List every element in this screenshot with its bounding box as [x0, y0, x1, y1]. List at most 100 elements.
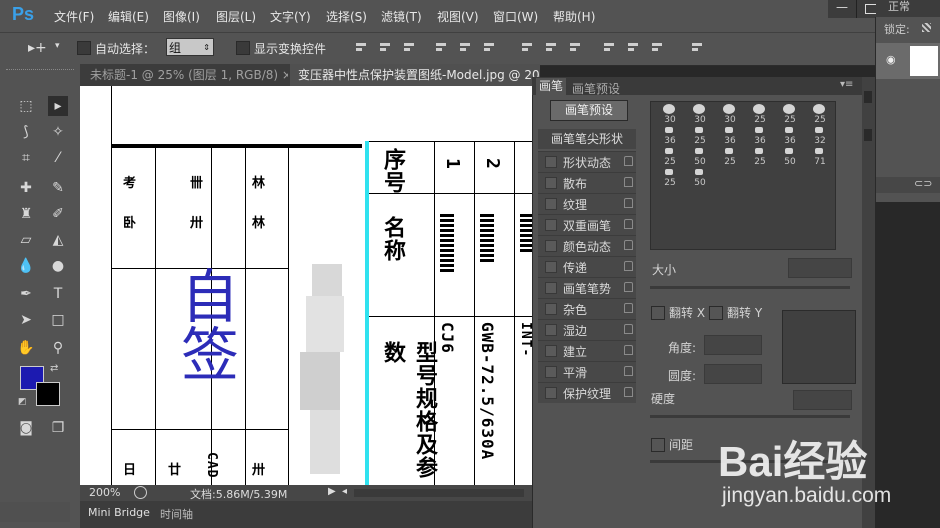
align-left-icon[interactable]	[434, 40, 448, 54]
link-layers-icon[interactable]: ⊂⊃	[914, 177, 932, 190]
lasso-tool-icon[interactable]: ⟆	[16, 122, 36, 142]
auto-select-checkbox[interactable]	[77, 41, 91, 55]
brush-tip-item[interactable]: 71	[805, 146, 835, 170]
checkbox[interactable]	[545, 303, 557, 315]
size-slider[interactable]	[650, 286, 850, 289]
brush-cat-protect-texture[interactable]: 保护纹理	[538, 382, 636, 403]
eyedropper-icon[interactable]: ⁄	[48, 148, 68, 168]
brush-tip-item[interactable]: 25	[715, 146, 745, 170]
checkbox[interactable]	[545, 366, 557, 378]
checkbox[interactable]	[545, 345, 557, 357]
distribute-left-icon[interactable]	[602, 40, 616, 54]
lock-icon[interactable]	[624, 198, 633, 208]
align-bottom-icon[interactable]	[402, 40, 416, 54]
scroll-left-icon[interactable]: ◂	[342, 486, 347, 497]
brush-cat-transfer[interactable]: 传递	[538, 256, 636, 277]
default-colors-icon[interactable]: ◩	[18, 397, 27, 407]
menu-window[interactable]: 窗口(W)	[493, 8, 538, 25]
brush-cat-smoothing[interactable]: 平滑	[538, 361, 636, 382]
lock-icon[interactable]	[624, 261, 633, 271]
hand-tool-icon[interactable]: ✋	[16, 338, 36, 358]
tab-mini-bridge[interactable]: Mini Bridge	[88, 506, 150, 519]
pen-tool-icon[interactable]: ✒	[16, 284, 36, 304]
brush-tip-item[interactable]: 50	[685, 167, 715, 191]
brush-cat-scattering[interactable]: 散布	[538, 172, 636, 193]
tab-model-jpg[interactable]: 变压器中性点保护装置图纸-Model.jpg @ 200% (RGB/8)	[290, 64, 540, 86]
visibility-eye-icon[interactable]: ◉	[886, 53, 896, 66]
zoom-info-icon[interactable]	[134, 486, 147, 499]
lock-icon[interactable]	[624, 219, 633, 229]
brush-tip-item[interactable]: 25	[745, 146, 775, 170]
show-transform-checkbox[interactable]	[236, 41, 250, 55]
brush-tip-shape-item[interactable]: 画笔笔尖形状	[538, 129, 636, 149]
checkbox[interactable]	[545, 177, 557, 189]
brush-cat-dual-brush[interactable]: 双重画笔	[538, 214, 636, 235]
marquee-tool-icon[interactable]: ⬚	[16, 96, 36, 116]
horizontal-scrollbar[interactable]	[354, 489, 524, 497]
eraser-tool-icon[interactable]: ▱	[16, 230, 36, 250]
angle-input[interactable]	[704, 335, 762, 355]
brush-cat-shape-dynamics[interactable]: 形状动态	[538, 151, 636, 172]
tab-untitled[interactable]: 未标题-1 @ 25% (图层 1, RGB/8) ×	[90, 64, 288, 86]
healing-brush-icon[interactable]: ✚	[16, 178, 36, 198]
lock-icon[interactable]	[624, 282, 633, 292]
brush-tip-grid[interactable]: 30 30 30 25 25 25 36 25 36 36 36 32 25 50 25 25 50 71 25 50	[650, 101, 836, 250]
minimize-button[interactable]: —	[828, 0, 856, 18]
layer-row[interactable]: ◉	[876, 43, 940, 79]
zoom-tool-icon[interactable]: ⚲	[48, 338, 68, 358]
brush-tool-icon[interactable]: ✎	[48, 178, 68, 198]
spacing-checkbox[interactable]	[651, 438, 665, 452]
menu-image[interactable]: 图像(I)	[163, 8, 200, 25]
lock-icon[interactable]	[624, 345, 633, 355]
menu-filter[interactable]: 滤镜(T)	[381, 8, 422, 25]
tab-brush[interactable]: 画笔	[536, 78, 566, 95]
lock-icon[interactable]	[624, 324, 633, 334]
checkbox[interactable]	[545, 324, 557, 336]
background-color-swatch[interactable]	[36, 382, 60, 406]
menu-help[interactable]: 帮助(H)	[553, 8, 595, 25]
move-tool-icon[interactable]: ▸+	[28, 40, 47, 56]
align-vcenter-icon[interactable]	[378, 40, 392, 54]
menu-type[interactable]: 文字(Y)	[270, 8, 311, 25]
brush-presets-button[interactable]: 画笔预设	[550, 100, 628, 121]
document-canvas[interactable]: 考 卧 卌 卅 林 林 日 廿 卅 CAD 自签 序号 名称 型号规格及参数 1…	[80, 86, 532, 485]
move-tool-icon[interactable]: ▸	[48, 96, 68, 116]
align-hcenter-icon[interactable]	[458, 40, 472, 54]
clone-stamp-icon[interactable]: ♜	[16, 204, 36, 224]
status-menu-arrow-icon[interactable]: ▶	[328, 486, 336, 497]
auto-align-icon[interactable]	[690, 40, 704, 54]
roundness-input[interactable]	[704, 364, 762, 384]
swap-colors-icon[interactable]: ⇄	[50, 363, 58, 374]
brush-cat-texture[interactable]: 纹理	[538, 193, 636, 214]
brush-cat-noise[interactable]: 杂色	[538, 298, 636, 319]
size-input[interactable]	[788, 258, 852, 278]
checkbox[interactable]	[545, 156, 557, 168]
checkbox[interactable]	[545, 387, 557, 399]
brush-cat-brush-pose[interactable]: 画笔笔势	[538, 277, 636, 298]
brush-cat-build-up[interactable]: 建立	[538, 340, 636, 361]
zoom-level[interactable]: 200%	[89, 486, 120, 499]
align-right-icon[interactable]	[482, 40, 496, 54]
menu-select[interactable]: 选择(S)	[326, 8, 367, 25]
flip-x-checkbox[interactable]	[651, 306, 665, 320]
brush-tip-item[interactable]: 50	[775, 146, 805, 170]
menu-edit[interactable]: 编辑(E)	[108, 8, 149, 25]
crop-tool-icon[interactable]: ⌗	[16, 148, 36, 168]
checkbox[interactable]	[545, 198, 557, 210]
hardness-slider[interactable]	[650, 415, 850, 418]
hardness-input[interactable]	[793, 390, 852, 410]
distribute-hcenter-icon[interactable]	[626, 40, 640, 54]
checkbox[interactable]	[545, 219, 557, 231]
lock-transparent-icon[interactable]	[922, 23, 931, 32]
auto-select-dropdown[interactable]: 组 ⇕	[166, 38, 214, 56]
tool-preset-dropdown-icon[interactable]: ▾	[55, 41, 60, 51]
lock-icon[interactable]	[624, 303, 633, 313]
lock-icon[interactable]	[624, 177, 633, 187]
tab-timeline[interactable]: 时间轴	[160, 506, 193, 522]
menu-view[interactable]: 视图(V)	[437, 8, 479, 25]
menu-layer[interactable]: 图层(L)	[216, 8, 256, 25]
distribute-right-icon[interactable]	[650, 40, 664, 54]
checkbox[interactable]	[545, 240, 557, 252]
path-select-icon[interactable]: ➤	[16, 310, 36, 330]
menu-file[interactable]: 文件(F)	[54, 8, 94, 25]
